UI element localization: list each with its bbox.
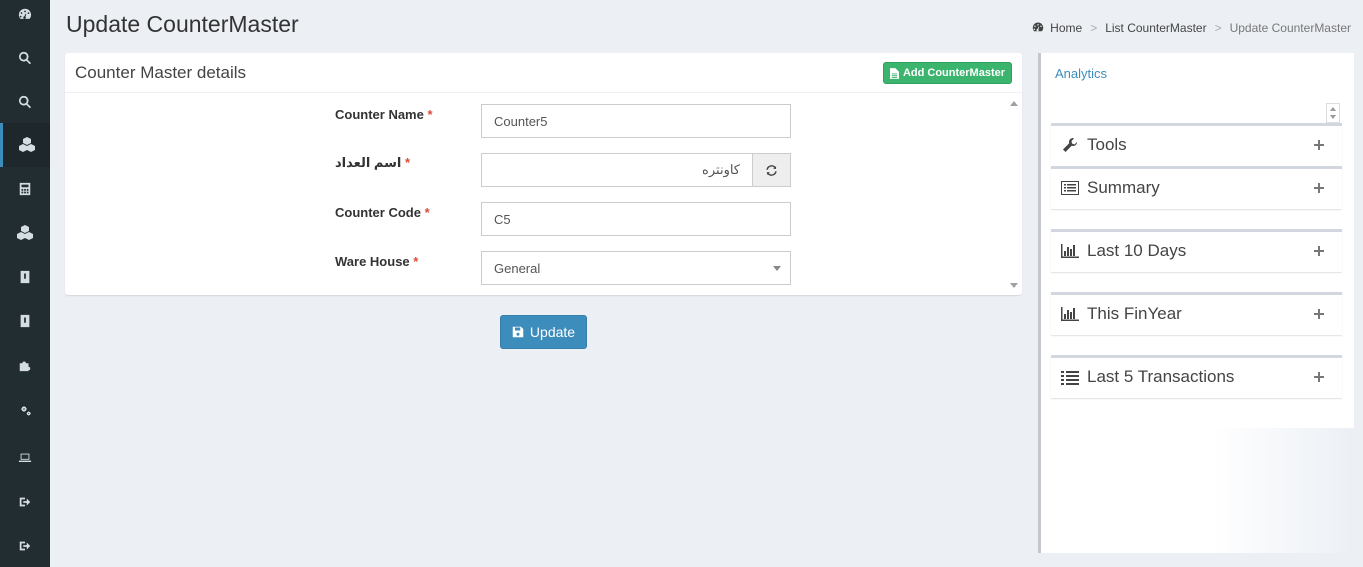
calculator-icon <box>19 182 31 196</box>
sidebar-item-sign-out[interactable] <box>0 480 50 524</box>
panel-scrollbar[interactable] <box>1326 103 1340 123</box>
sidebar-item-calculator[interactable] <box>0 167 50 211</box>
widget-summary[interactable]: Summary <box>1051 166 1342 209</box>
widget-this-finyear[interactable]: This FinYear <box>1051 292 1342 335</box>
laptop-icon <box>18 453 32 462</box>
widget-summary-title: Summary <box>1087 178 1160 197</box>
plus-icon[interactable] <box>1314 140 1324 150</box>
puzzle-icon <box>19 361 31 372</box>
widget-tools[interactable]: Tools <box>1051 123 1342 166</box>
refresh-button[interactable] <box>752 153 791 187</box>
required-marker: * <box>427 107 433 122</box>
ware-house-label: Ware House * <box>335 254 419 269</box>
breadcrumb-separator: > <box>1090 21 1098 35</box>
update-button[interactable]: Update <box>500 315 587 349</box>
sidebar-item-search[interactable] <box>0 36 50 80</box>
sidebar-item-cogs[interactable] <box>0 389 50 433</box>
scroll-down-arrow-icon[interactable] <box>1330 115 1336 119</box>
scroll-down-arrow-icon[interactable] <box>1010 283 1018 288</box>
scroll-up-arrow-icon[interactable] <box>1330 107 1336 111</box>
sidebar <box>0 0 50 567</box>
search-icon <box>19 51 32 65</box>
book-icon <box>20 314 30 328</box>
breadcrumb-separator: > <box>1214 21 1222 35</box>
list-icon <box>1061 371 1079 385</box>
sidebar-item-puzzle[interactable] <box>0 343 50 387</box>
plus-icon[interactable] <box>1314 309 1324 319</box>
box-title: Counter Master details <box>75 63 247 82</box>
sidebar-item-sign-out-2[interactable] <box>0 524 50 567</box>
breadcrumb-current: Update CounterMaster <box>1229 21 1351 35</box>
box-header: Counter Master details Add CounterMaster <box>65 53 1022 93</box>
counter-code-label: Counter Code * <box>335 205 430 220</box>
cubes-icon <box>18 137 35 152</box>
wrench-icon <box>1063 137 1077 152</box>
sidebar-item-cubes-active[interactable] <box>0 123 50 167</box>
search-icon <box>19 95 32 109</box>
analytics-panel: Analytics Tools Summary Last 10 Days Thi… <box>1038 53 1354 553</box>
widget-last-10-days[interactable]: Last 10 Days <box>1051 229 1342 272</box>
widget-last-10-days-title: Last 10 Days <box>1087 241 1187 260</box>
sidebar-item-book[interactable] <box>0 255 50 299</box>
bar-chart-icon <box>1061 307 1079 321</box>
widget-last-5-transactions-title: Last 5 Transactions <box>1087 367 1235 386</box>
sidebar-item-dashboard[interactable] <box>0 0 50 36</box>
sidebar-item-laptop[interactable] <box>0 436 50 480</box>
page-title: Update CounterMaster <box>66 11 299 37</box>
box-scrollbar[interactable] <box>1008 97 1020 292</box>
breadcrumb-list-link[interactable]: List CounterMaster <box>1105 21 1206 35</box>
list-alt-icon <box>1061 181 1079 195</box>
sidebar-item-cubes[interactable] <box>0 211 50 255</box>
save-icon <box>512 326 524 338</box>
bar-chart-icon <box>1061 244 1079 258</box>
sidebar-item-book-2[interactable] <box>0 299 50 343</box>
sign-out-icon <box>19 497 31 507</box>
counter-name-label: Counter Name * <box>335 107 433 122</box>
plus-icon[interactable] <box>1314 183 1324 193</box>
ware-house-select[interactable]: General <box>481 251 791 285</box>
dashboard-icon <box>1032 21 1050 35</box>
required-marker: * <box>404 155 411 170</box>
dashboard-icon <box>18 8 32 19</box>
file-text-icon <box>889 67 899 79</box>
counter-code-input[interactable]: C5 <box>481 202 791 236</box>
sidebar-item-search-2[interactable] <box>0 80 50 124</box>
required-marker: * <box>424 205 430 220</box>
counter-master-box: Counter Master details Add CounterMaster… <box>65 53 1022 295</box>
counter-name-input[interactable]: Counter5 <box>481 104 791 138</box>
breadcrumb: Home > List CounterMaster > Update Count… <box>1032 21 1351 35</box>
update-label: Update <box>529 324 576 340</box>
plus-icon[interactable] <box>1314 372 1324 382</box>
sign-out-icon <box>19 541 31 551</box>
analytics-link[interactable]: Analytics <box>1055 66 1107 81</box>
scroll-up-arrow-icon[interactable] <box>1010 101 1018 106</box>
refresh-icon <box>766 164 777 176</box>
add-countermaster-label: Add CounterMaster <box>902 67 1005 79</box>
widget-this-finyear-title: This FinYear <box>1087 304 1182 323</box>
add-countermaster-button[interactable]: Add CounterMaster <box>882 62 1012 84</box>
breadcrumb-home-link[interactable]: Home <box>1050 21 1082 35</box>
widget-last-5-transactions[interactable]: Last 5 Transactions <box>1051 355 1342 398</box>
cubes-icon <box>17 225 33 240</box>
cogs-icon <box>21 406 31 416</box>
ware-house-selected-value: General <box>494 260 541 276</box>
plus-icon[interactable] <box>1314 246 1324 256</box>
caret-down-icon <box>773 266 781 271</box>
widget-tools-title: Tools <box>1087 135 1127 154</box>
book-icon <box>20 270 30 284</box>
required-marker: * <box>413 254 419 269</box>
arabic-name-input[interactable]: كاونتره <box>481 153 753 187</box>
arabic-name-label: اسم العداد * <box>335 155 411 170</box>
